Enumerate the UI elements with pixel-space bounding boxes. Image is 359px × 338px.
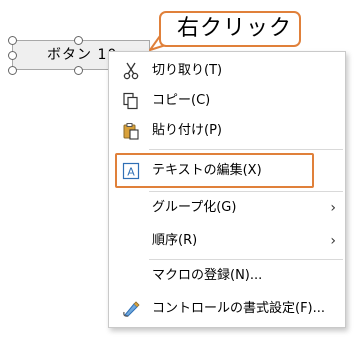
menu-item-paste[interactable]: 貼り付け(P): [109, 116, 345, 146]
chevron-right-icon: ›: [330, 233, 336, 249]
menu-item-label: グループ化(G): [152, 200, 237, 215]
menu-item-label: マクロの登録(N)...: [152, 268, 263, 283]
menu-item-format-control[interactable]: コントロールの書式設定(F)...: [109, 294, 345, 324]
menu-separator: [149, 259, 343, 260]
chevron-right-icon: ›: [330, 200, 336, 216]
menu-item-copy[interactable]: コピー(C): [109, 86, 345, 116]
menu-item-order[interactable]: 順序(R) ›: [109, 226, 345, 256]
menu-item-assign-macro[interactable]: マクロの登録(N)...: [109, 261, 345, 291]
menu-item-label: コントロールの書式設定(F)...: [152, 301, 326, 316]
menu-item-label: コピー(C): [152, 93, 211, 108]
menu-separator: [149, 191, 343, 192]
menu-item-cut[interactable]: 切り取り(T): [109, 56, 345, 86]
format-control-icon: [123, 301, 140, 317]
edit-text-highlight-box: [115, 153, 314, 188]
menu-item-group[interactable]: グループ化(G) ›: [109, 193, 345, 223]
copy-icon: [123, 92, 138, 110]
menu-item-label: 順序(R): [152, 233, 198, 248]
scissors-icon: [123, 62, 139, 80]
menu-separator: [149, 149, 343, 150]
menu-item-label: 切り取り(T): [152, 63, 223, 78]
paste-icon: [123, 123, 139, 140]
context-menu: 切り取り(T) コピー(C) 貼り付け(P) A テキストの編集(X) グループ…: [108, 51, 346, 328]
menu-item-label: 貼り付け(P): [152, 123, 222, 138]
right-click-callout: 右クリック: [159, 11, 301, 47]
